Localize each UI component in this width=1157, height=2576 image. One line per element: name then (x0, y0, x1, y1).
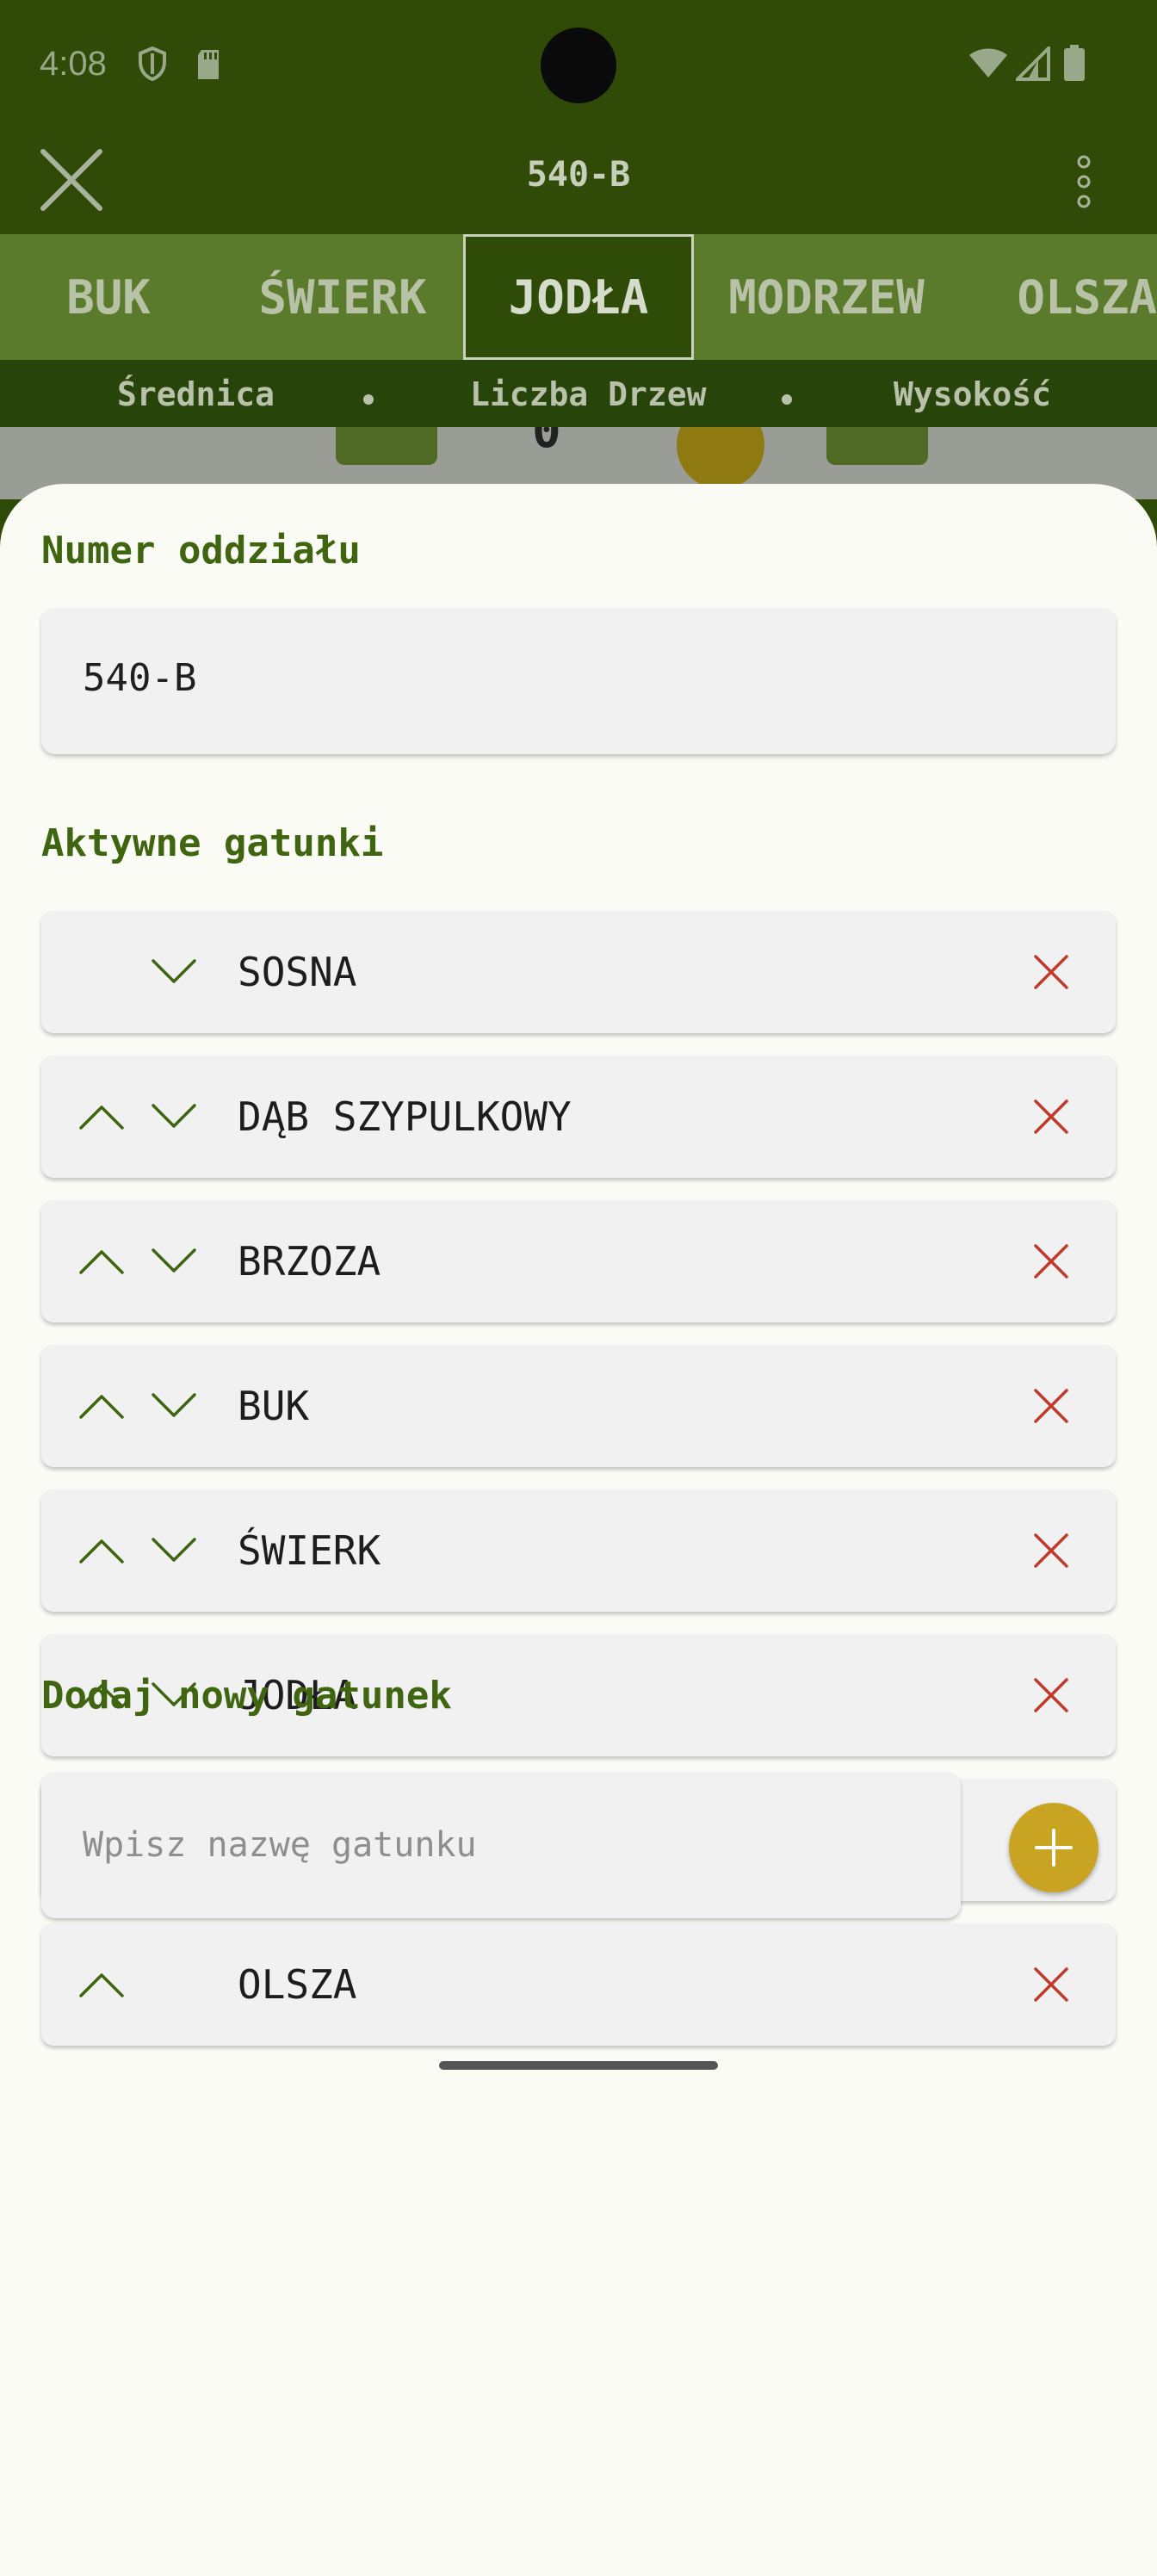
header-separator (363, 394, 374, 405)
active-species-label: Aktywne gatunki (41, 821, 384, 865)
edit-division-sheet: Numer oddziału 540-B Aktywne gatunki SOS… (0, 484, 1157, 2576)
plus-icon (1035, 1829, 1073, 1867)
remove-x-icon[interactable] (1033, 1243, 1069, 1279)
status-bar: 4:08 (0, 0, 1157, 129)
division-number-value: 540-B (83, 656, 197, 700)
remove-x-icon[interactable] (1033, 1533, 1069, 1569)
chevron-up-icon[interactable] (77, 1095, 126, 1136)
top-app-bar: 4:08 540-B (0, 0, 1157, 234)
decrement-button (336, 427, 437, 465)
chevron-down-icon[interactable] (150, 951, 198, 992)
tab-jodla[interactable]: JODŁA (463, 234, 694, 360)
header-wysokosc: Wysokość (894, 375, 1052, 413)
tab-olsza[interactable]: OLSZA (981, 234, 1157, 360)
species-name: BRZOZA (238, 1238, 381, 1285)
camera-cutout (541, 28, 616, 103)
sd-card-icon (198, 50, 219, 79)
chevron-down-icon[interactable] (150, 1240, 198, 1281)
header-separator (782, 394, 792, 405)
status-time: 4:08 (40, 45, 107, 83)
increment-button (826, 427, 928, 465)
chevron-down-icon[interactable] (150, 1384, 198, 1426)
shield-icon (139, 46, 166, 81)
species-row[interactable]: OLSZA (41, 1923, 1116, 2046)
species-name: DĄB SZYPULKOWY (238, 1093, 572, 1140)
add-species-label: Dodaj nowy gatunek (41, 1674, 452, 1718)
remove-x-icon[interactable] (1033, 1099, 1069, 1135)
battery-icon (1064, 45, 1085, 81)
species-name: OLSZA (238, 1961, 357, 2008)
page-title: 540-B (526, 155, 631, 195)
camera-fab (677, 427, 764, 489)
new-species-input[interactable] (41, 1772, 961, 1918)
more-vert-icon[interactable] (1071, 155, 1097, 208)
chevron-up-icon[interactable] (77, 1240, 126, 1281)
add-species-button[interactable] (1009, 1803, 1098, 1892)
tree-count: 0 (532, 427, 561, 459)
header-srednica: Średnica (117, 375, 275, 413)
header-liczba-drzew: Liczba Drzew (470, 375, 707, 413)
chevron-down-icon[interactable] (150, 1095, 198, 1136)
species-row[interactable]: DĄB SZYPULKOWY (41, 1056, 1116, 1178)
division-number-label: Numer oddziału (41, 529, 361, 573)
chevron-up-icon[interactable] (77, 1384, 126, 1426)
species-name: ŚWIERK (238, 1527, 381, 1574)
remove-x-icon[interactable] (1033, 1677, 1069, 1713)
species-row[interactable]: BUK (41, 1345, 1116, 1467)
species-name: SOSNA (238, 949, 357, 995)
remove-x-icon[interactable] (1033, 1388, 1069, 1424)
signal-icon (1016, 46, 1050, 81)
chevron-down-icon[interactable] (150, 1529, 198, 1570)
chevron-up-icon[interactable] (77, 1963, 126, 2004)
species-tabs: BUK ŚWIERK JODŁA MODRZEW OLSZA (0, 234, 1157, 360)
division-number-field[interactable]: 540-B (41, 608, 1116, 754)
species-row[interactable]: SOSNA (41, 911, 1116, 1033)
species-name: BUK (238, 1383, 310, 1429)
species-row[interactable]: BRZOZA (41, 1200, 1116, 1322)
wifi-icon (969, 48, 1007, 77)
remove-x-icon[interactable] (1033, 954, 1069, 990)
tab-modrzew[interactable]: MODRZEW (721, 234, 931, 360)
tab-buk[interactable]: BUK (21, 234, 196, 360)
tab-swierk[interactable]: ŚWIERK (241, 234, 444, 360)
chevron-up-icon[interactable] (77, 1529, 126, 1570)
column-headers: Średnica Liczba Drzew Wysokość (0, 360, 1157, 427)
home-indicator[interactable] (439, 2061, 718, 2070)
remove-x-icon[interactable] (1033, 1966, 1069, 2003)
species-row[interactable]: ŚWIERK (41, 1489, 1116, 1612)
